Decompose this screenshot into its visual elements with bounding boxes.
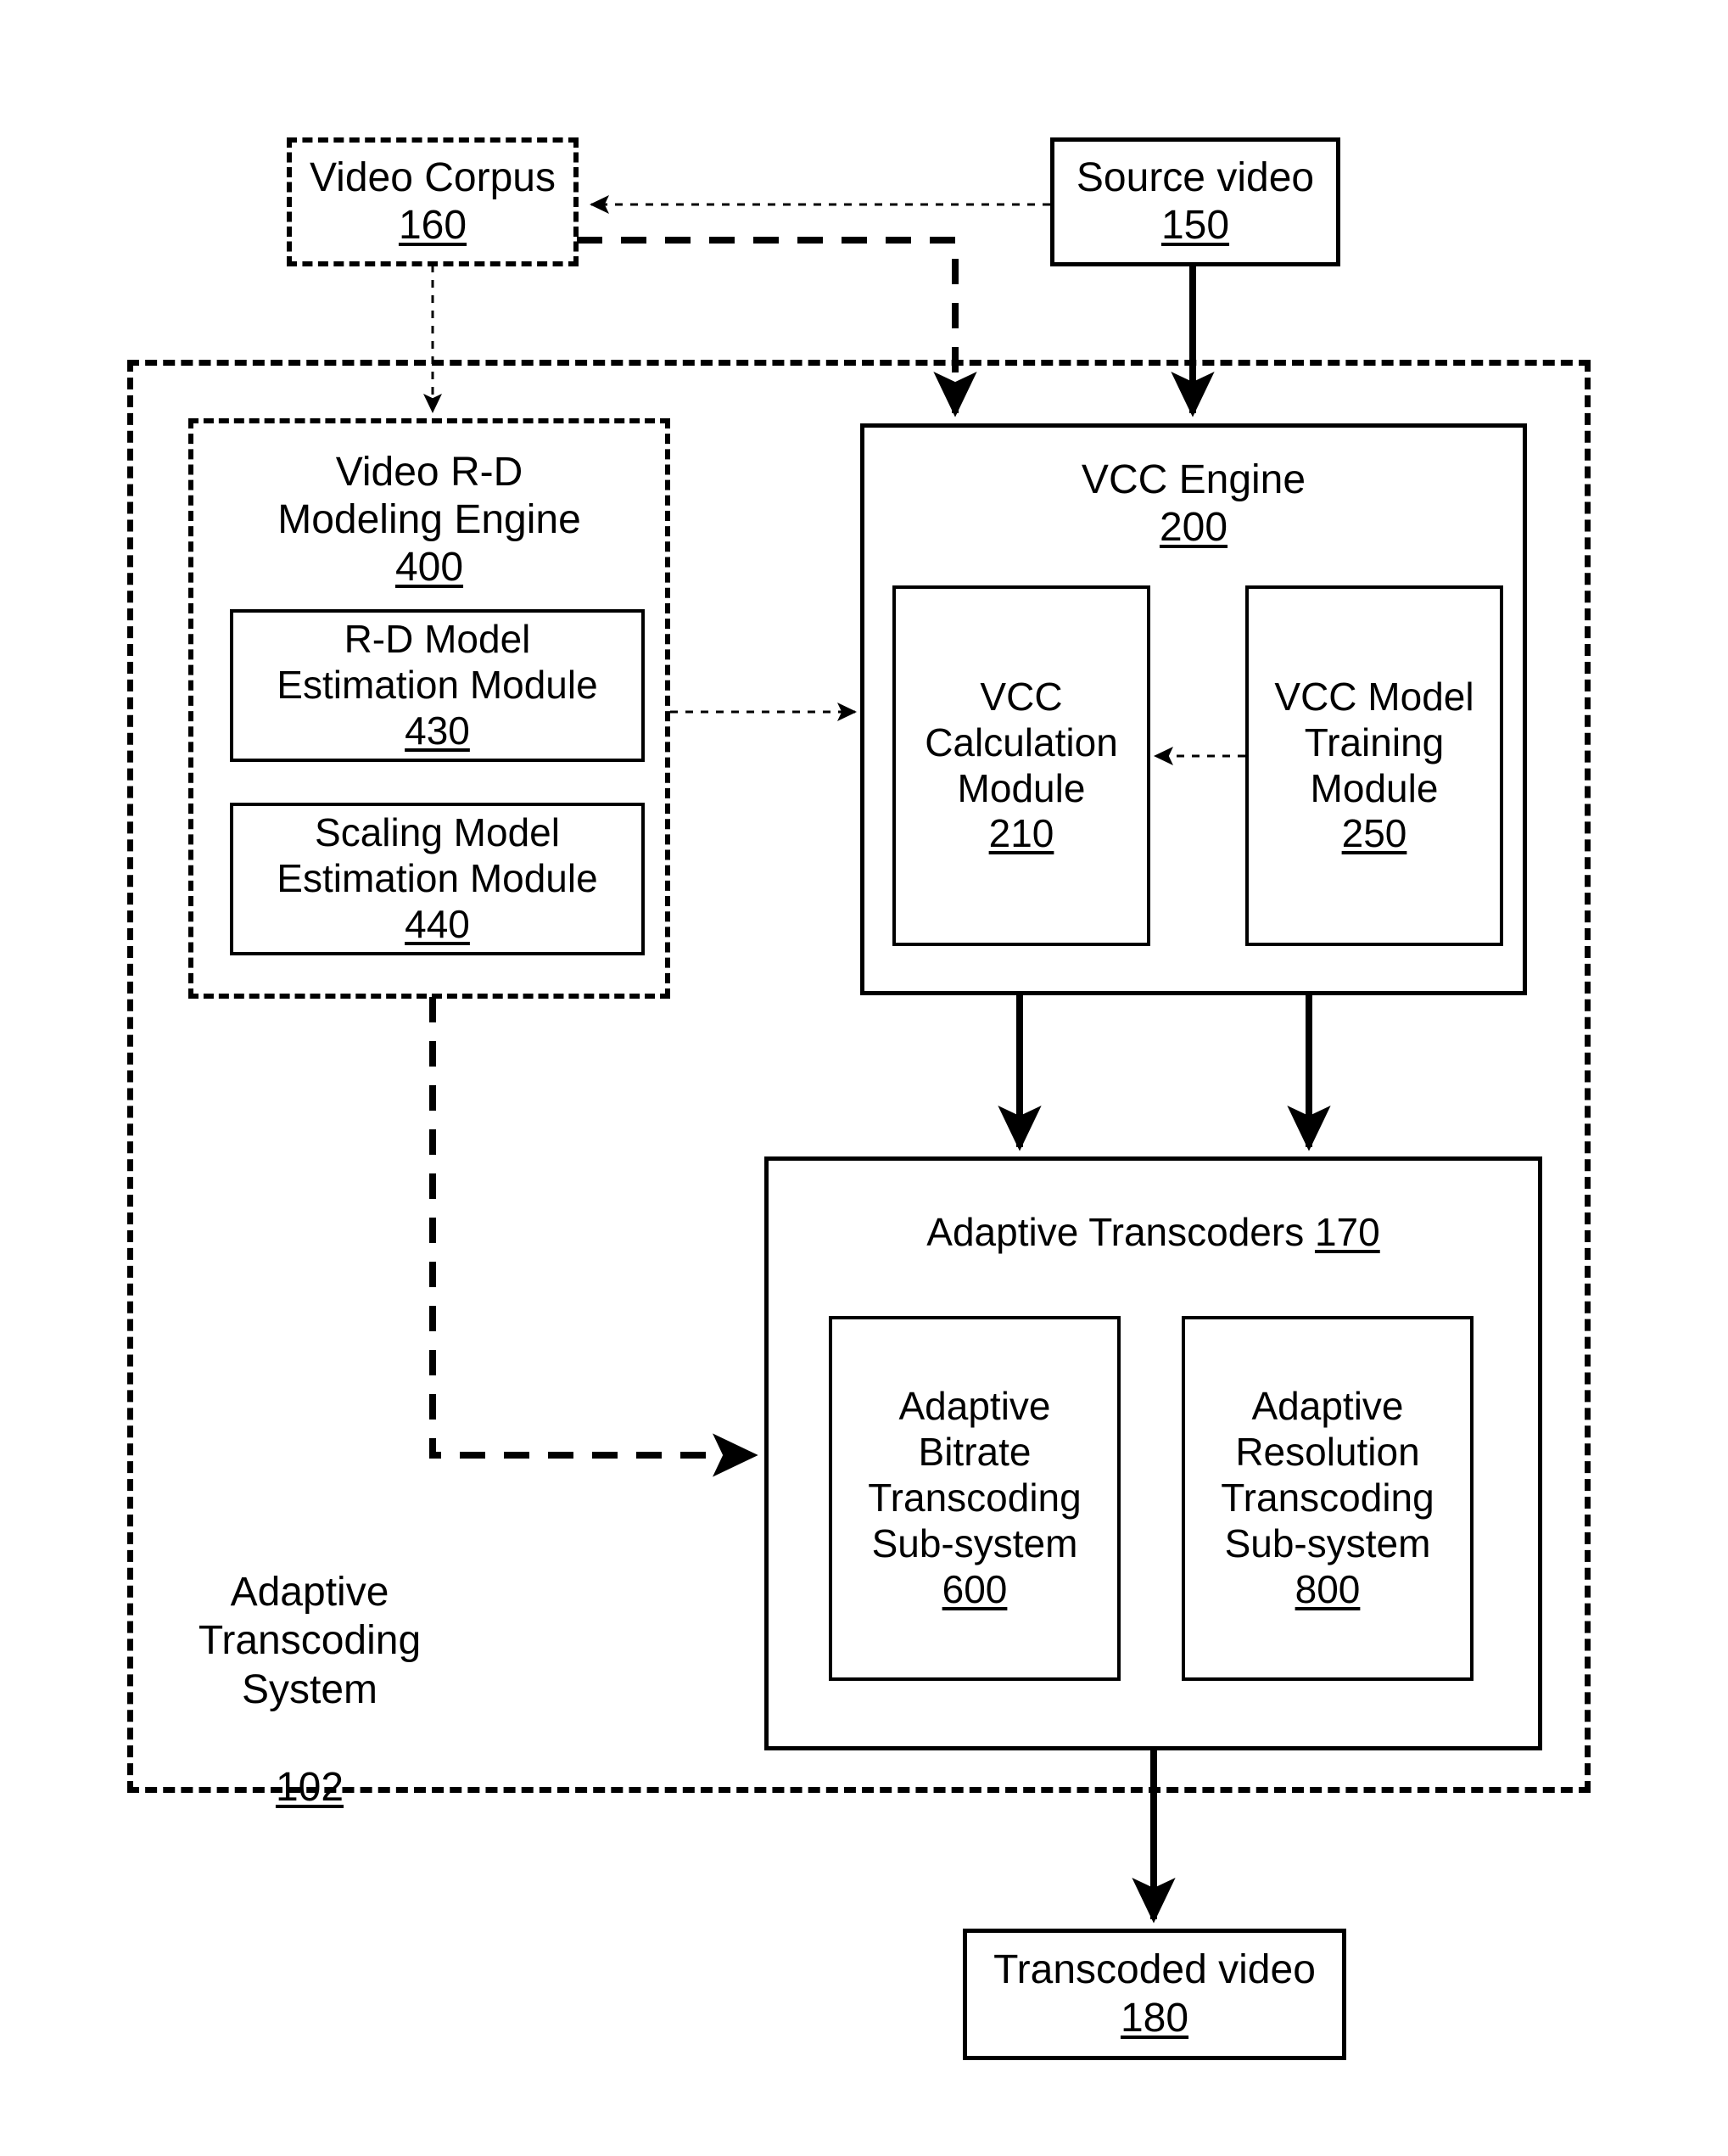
adaptive-transcoders-ref: 170 [1314, 1210, 1380, 1254]
video-rd-modeling-engine-label: Video R-D Modeling Engine [277, 450, 581, 543]
source-video-ref: 150 [1160, 203, 1230, 248]
transcoded-video-label: Transcoded video [993, 1947, 1316, 1993]
vcc-calculation-module-box[interactable]: VCC Calculation Module 210 [892, 585, 1150, 946]
adaptive-transcoding-system-label: Adaptive Transcoding System 102 [170, 1519, 450, 1861]
scaling-model-estimation-module-label: Scaling Model Estimation Module [277, 810, 598, 901]
adaptive-transcoders-title: Adaptive Transcoders 170 [926, 1210, 1379, 1256]
rd-model-estimation-module-box[interactable]: R-D Model Estimation Module 430 [230, 609, 645, 762]
source-video-box[interactable]: Source video 150 [1050, 137, 1340, 266]
transcoded-video-ref: 180 [1120, 1995, 1189, 2041]
vcc-model-training-module-label: VCC Model Training Module [1274, 674, 1474, 810]
adaptive-resolution-transcoding-subsystem-label: Adaptive Resolution Transcoding Sub-syst… [1221, 1384, 1434, 1565]
adaptive-resolution-transcoding-subsystem-box[interactable]: Adaptive Resolution Transcoding Sub-syst… [1182, 1316, 1474, 1681]
adaptive-bitrate-transcoding-subsystem-label: Adaptive Bitrate Transcoding Sub-system [868, 1384, 1082, 1565]
adaptive-bitrate-transcoding-subsystem-ref: 600 [942, 1566, 1008, 1611]
rd-model-estimation-module-ref: 430 [405, 708, 470, 753]
video-rd-modeling-engine-ref: 400 [394, 545, 464, 591]
vcc-calculation-module-label: VCC Calculation Module [925, 674, 1118, 810]
vcc-engine-ref: 200 [1159, 505, 1228, 551]
vcc-model-training-module-ref: 250 [1341, 811, 1407, 856]
adaptive-bitrate-transcoding-subsystem-box[interactable]: Adaptive Bitrate Transcoding Sub-system … [829, 1316, 1121, 1681]
source-video-label: Source video [1076, 154, 1315, 200]
scaling-model-estimation-module-ref: 440 [405, 901, 470, 946]
rd-model-estimation-module-label: R-D Model Estimation Module [277, 617, 598, 708]
scaling-model-estimation-module-box[interactable]: Scaling Model Estimation Module 440 [230, 803, 645, 955]
video-corpus-label: Video Corpus [310, 154, 556, 200]
vcc-calculation-module-ref: 210 [988, 811, 1054, 856]
vcc-model-training-module-box[interactable]: VCC Model Training Module 250 [1245, 585, 1503, 946]
adaptive-transcoders-label: Adaptive Transcoders [926, 1210, 1305, 1254]
adaptive-resolution-transcoding-subsystem-ref: 800 [1295, 1566, 1361, 1611]
figure-canvas: Adaptive Transcoding System 102 Video Co… [0, 0, 1728, 2156]
video-corpus-box[interactable]: Video Corpus 160 [287, 137, 579, 266]
adaptive-transcoding-system-title: Adaptive Transcoding System [198, 1569, 422, 1712]
vcc-engine-label: VCC Engine [1081, 457, 1306, 502]
adaptive-transcoding-system-ref: 102 [275, 1764, 344, 1810]
video-corpus-ref: 160 [398, 203, 467, 248]
transcoded-video-box[interactable]: Transcoded video 180 [963, 1929, 1346, 2060]
